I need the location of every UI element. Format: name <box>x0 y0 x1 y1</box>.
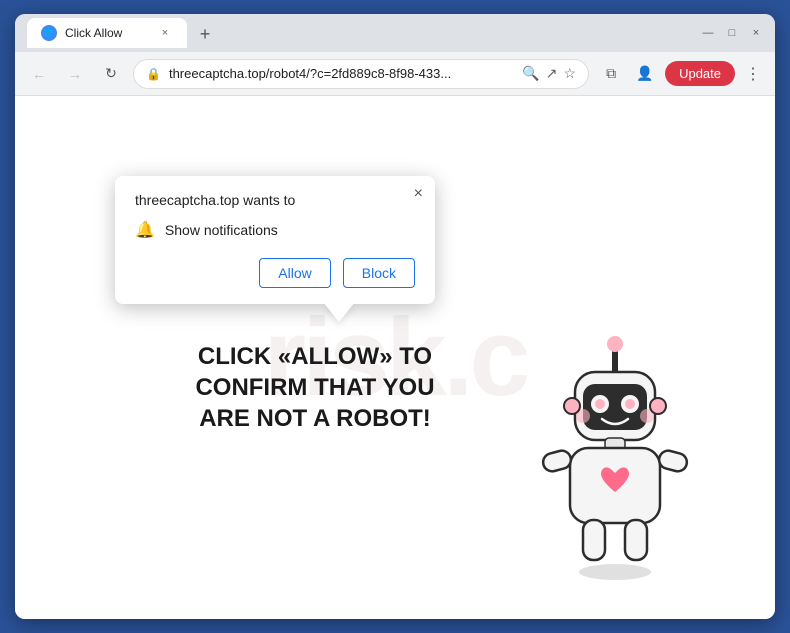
share-icon[interactable]: ↗ <box>546 65 558 82</box>
browser-window: 🌐 Click Allow × + — □ × ← → ↻ 🔒 threecap… <box>15 14 775 619</box>
tab-favicon: 🌐 <box>41 25 57 41</box>
block-button[interactable]: Block <box>343 258 415 288</box>
back-button[interactable]: ← <box>25 60 53 88</box>
minimize-button[interactable]: — <box>701 26 715 40</box>
captcha-line2: ARE NOT A ROBOT! <box>199 405 431 432</box>
nav-bar: ← → ↻ 🔒 threecaptcha.top/robot4/?c=2fd88… <box>15 52 775 96</box>
permission-popup: × threecaptcha.top wants to 🔔 Show notif… <box>115 176 435 304</box>
maximize-button[interactable]: □ <box>725 26 739 40</box>
popup-close-button[interactable]: × <box>414 186 423 202</box>
new-tab-button[interactable]: + <box>191 20 219 48</box>
browser-tab[interactable]: 🌐 Click Allow × <box>27 18 187 48</box>
captcha-line1: CLICK «ALLOW» TO CONFIRM THAT YOU <box>195 343 434 401</box>
update-button[interactable]: Update <box>665 61 735 86</box>
lock-icon: 🔒 <box>146 67 161 81</box>
url-text: threecaptcha.top/robot4/?c=2fd889c8-8f98… <box>169 66 514 81</box>
tab-title: Click Allow <box>65 26 149 40</box>
tab-area: 🌐 Click Allow × + <box>27 18 693 48</box>
notification-label: Show notifications <box>165 222 278 238</box>
popup-buttons: Allow Block <box>135 258 415 288</box>
forward-button[interactable]: → <box>61 60 89 88</box>
address-bar[interactable]: 🔒 threecaptcha.top/robot4/?c=2fd889c8-8f… <box>133 59 589 89</box>
title-bar: 🌐 Click Allow × + — □ × <box>15 14 775 52</box>
robot-illustration <box>515 334 715 594</box>
robot-area <box>515 334 715 599</box>
close-tab-button[interactable]: × <box>157 25 173 41</box>
popup-tail <box>323 302 355 322</box>
allow-button[interactable]: Allow <box>259 258 330 288</box>
page-content: risk.c × threecaptcha.top wants to 🔔 Sho… <box>15 96 775 619</box>
notification-row: 🔔 Show notifications <box>135 220 415 240</box>
captcha-text: CLICK «ALLOW» TO CONFIRM THAT YOU ARE NO… <box>145 341 485 435</box>
nav-right: ⧉ 👤 Update ⋮ <box>597 60 765 88</box>
search-icon[interactable]: 🔍 <box>522 65 539 82</box>
close-window-button[interactable]: × <box>749 26 763 40</box>
title-bar-controls: — □ × <box>701 26 763 40</box>
profile-icon[interactable]: 👤 <box>631 60 659 88</box>
refresh-button[interactable]: ↻ <box>97 60 125 88</box>
popup-title: threecaptcha.top wants to <box>135 192 415 208</box>
bell-icon: 🔔 <box>135 220 155 240</box>
split-icon[interactable]: ⧉ <box>597 60 625 88</box>
bookmark-icon[interactable]: ☆ <box>564 65 577 82</box>
address-bar-icons: 🔍 ↗ ☆ <box>522 65 576 82</box>
menu-button[interactable]: ⋮ <box>741 60 765 88</box>
